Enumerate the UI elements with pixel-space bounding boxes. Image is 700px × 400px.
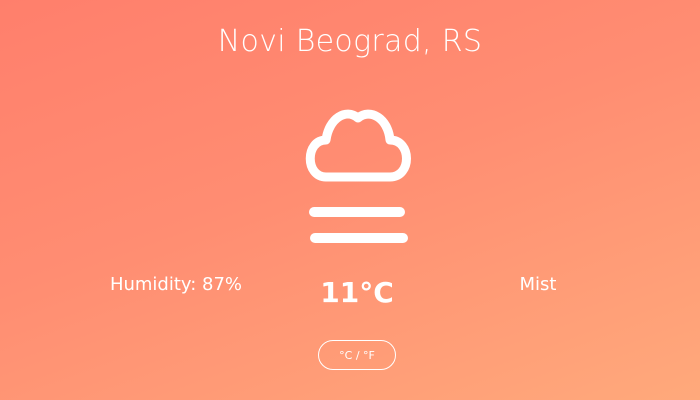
cloud-shape bbox=[305, 109, 411, 182]
unit-toggle-button[interactable]: °C / °F bbox=[318, 340, 396, 370]
humidity-readout: Humidity: 87% bbox=[109, 274, 243, 295]
mist-cloud-icon bbox=[305, 109, 411, 243]
location-title: Novi Beograd, RS bbox=[217, 24, 483, 59]
weather-condition: Mist bbox=[519, 274, 557, 295]
temperature-readout: 11°C bbox=[320, 276, 394, 309]
